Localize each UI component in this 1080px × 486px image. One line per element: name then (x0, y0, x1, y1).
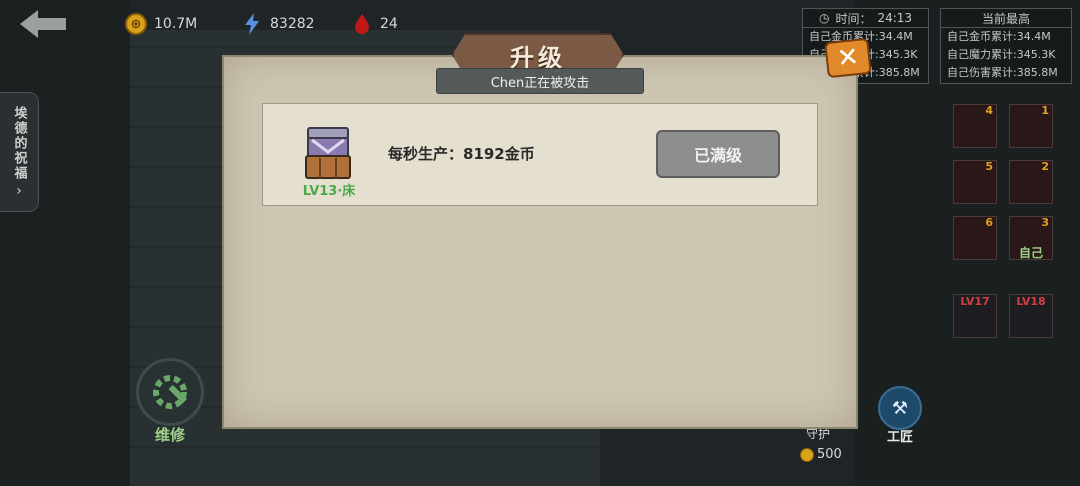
craftsman-label: 工匠 (886, 430, 913, 445)
time-value: 24:13 (877, 11, 913, 25)
level-slot[interactable]: LV17 (953, 294, 997, 338)
player-slot[interactable]: 4 (953, 104, 997, 148)
production-rate: 每秒生产：8192金币 (388, 145, 535, 163)
energy-counter: 83282 (240, 12, 315, 36)
cost-display: 500 (800, 447, 842, 462)
gold-coin-icon: ⊕ (125, 13, 147, 35)
player-rank: 2 (1041, 160, 1049, 173)
back-arrow-icon (20, 10, 66, 38)
record-title: 当前最高 (981, 11, 1030, 26)
record-damage-line: 自己伤害累计:385.8M (947, 66, 1058, 79)
level-label: LV17 (960, 295, 990, 308)
level-slot[interactable]: LV18 (1009, 294, 1053, 338)
player-rank: 4 (985, 104, 993, 117)
repair-label: 维修 (154, 426, 185, 444)
chevron-right-icon: › (16, 182, 22, 199)
player-slot-self[interactable]: 3 自己 (1009, 216, 1053, 260)
player-rank: 3 (1041, 216, 1049, 229)
close-button[interactable]: ✕ (824, 37, 872, 79)
energy-value: 83282 (270, 16, 315, 32)
back-button[interactable] (18, 8, 70, 40)
player-slot[interactable]: 1 (1009, 104, 1053, 148)
craftsman-button[interactable]: ⚒ 工匠 (873, 386, 927, 446)
repair-button[interactable]: 维修 (132, 358, 208, 448)
blood-drop-icon (350, 12, 374, 36)
gold-value: 10.7M (154, 16, 198, 32)
gold-coin-icon (800, 447, 814, 462)
close-x-icon: ✕ (835, 41, 861, 75)
time-label: 时间： (835, 11, 872, 26)
player-rank: 5 (985, 160, 993, 173)
blessing-tab[interactable]: 埃德的祝福 › (0, 92, 39, 212)
background-left (0, 0, 130, 486)
bed-icon (302, 124, 356, 184)
item-level-label: LV13·床 (302, 184, 356, 199)
blood-value: 24 (380, 16, 398, 32)
record-gold-line: 自己金币累计:34.4M (947, 30, 1051, 43)
blessing-tab-label: 埃德的祝福 (11, 105, 27, 181)
attack-alert: Chen正在被攻击 (436, 68, 644, 94)
wrench-gear-icon (136, 358, 204, 426)
player-slot[interactable]: 2 (1009, 160, 1053, 204)
record-stats-panel: 当前最高 自己金币累计:34.4M 自己魔力累计:345.3K 自己伤害累计:3… (940, 8, 1072, 84)
craftsman-icon: ⚒ (878, 386, 922, 430)
lightning-icon (240, 12, 264, 36)
self-label: 自己 (1018, 246, 1043, 260)
gold-counter: ⊕ 10.7M (124, 12, 197, 36)
player-slot[interactable]: 6 (953, 216, 997, 260)
player-rank: 1 (1041, 104, 1049, 117)
maxed-level-button[interactable]: 已满级 (656, 130, 780, 178)
player-slot[interactable]: 5 (953, 160, 997, 204)
cost-value: 500 (817, 447, 842, 462)
level-label: LV18 (1016, 295, 1046, 308)
record-magic-line: 自己魔力累计:345.3K (947, 48, 1056, 61)
clock-icon: ◷ (818, 11, 830, 25)
player-rank: 6 (985, 216, 993, 229)
blood-counter: 24 (350, 12, 398, 36)
